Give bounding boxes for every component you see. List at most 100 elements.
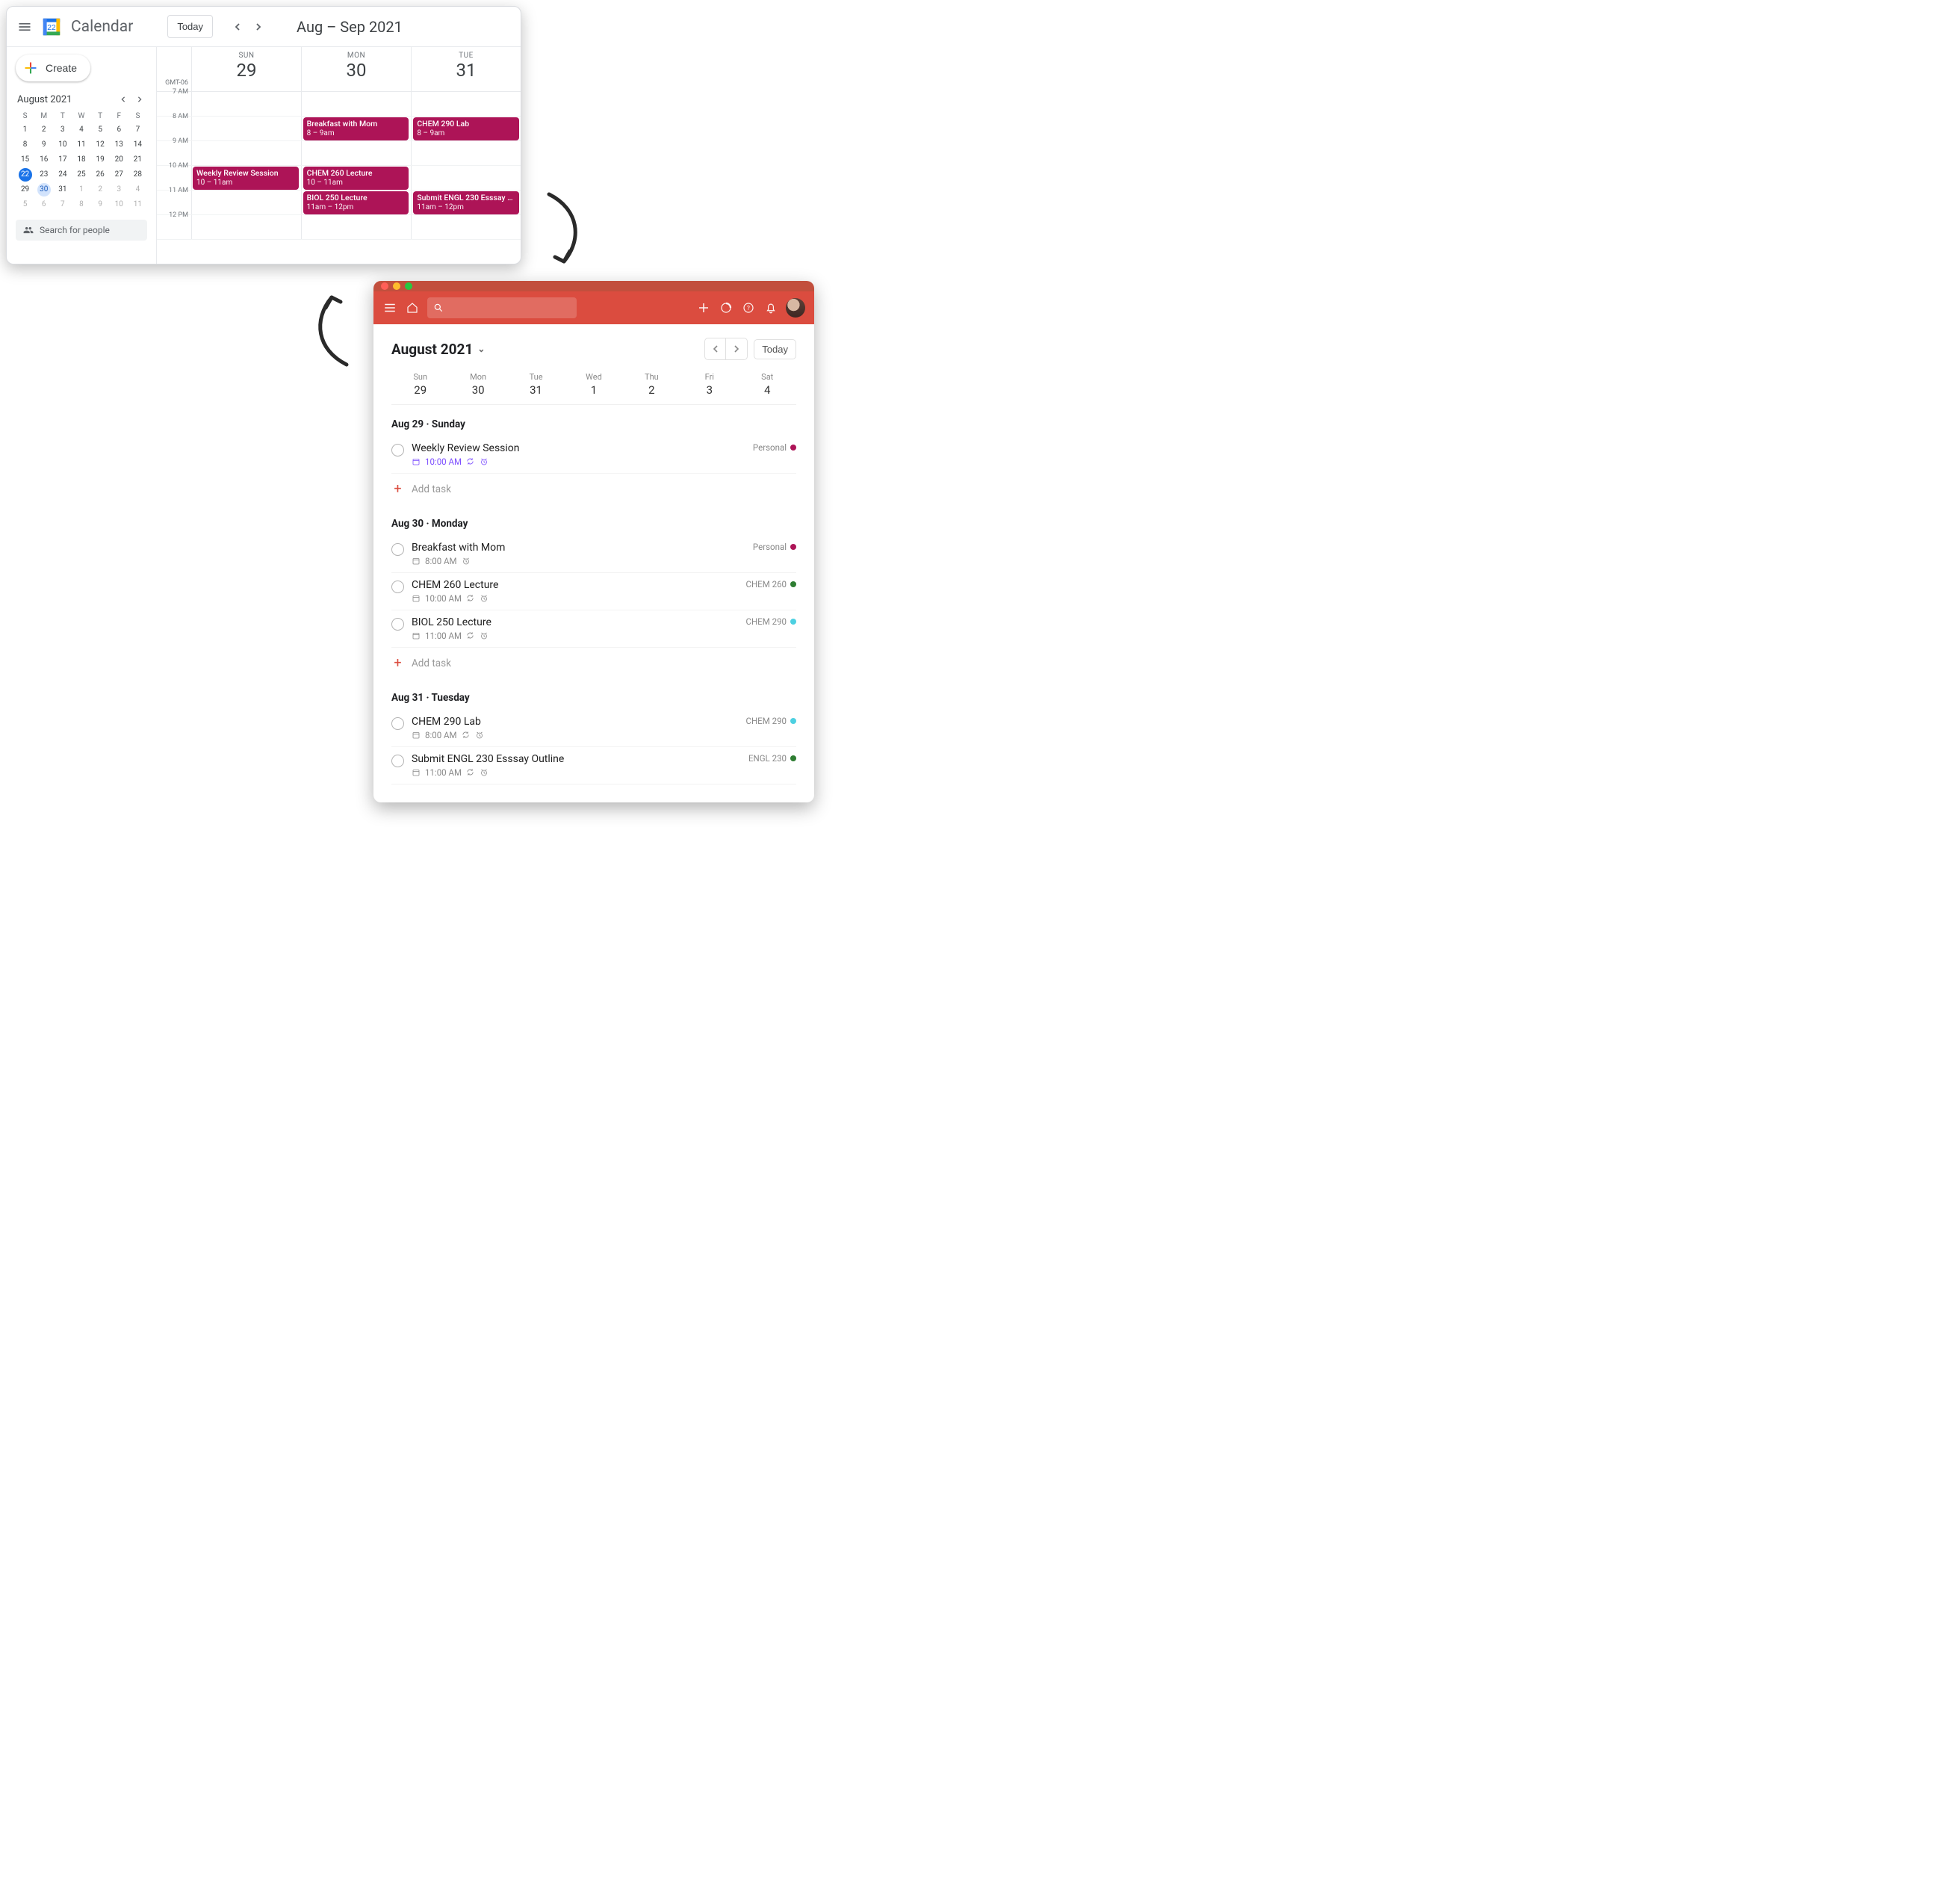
time-cell[interactable] [191, 141, 301, 165]
mini-day[interactable]: 16 [37, 153, 51, 167]
add-icon[interactable] [696, 300, 711, 315]
week-day[interactable]: Wed1 [565, 372, 622, 397]
time-cell[interactable] [411, 166, 521, 190]
week-day[interactable]: Sat4 [739, 372, 796, 397]
view-title[interactable]: August 2021 ⌄ [391, 341, 485, 358]
next-period-icon[interactable] [250, 19, 267, 35]
calendar-event[interactable]: CHEM 290 Lab8 – 9am [413, 117, 519, 140]
task-row[interactable]: CHEM 260 Lecture10:00 AMCHEM 260 [391, 573, 796, 610]
today-button[interactable]: Today [167, 15, 213, 38]
mini-day[interactable]: 5 [19, 198, 32, 211]
mini-day[interactable]: 8 [75, 198, 88, 211]
mini-day[interactable]: 14 [131, 138, 144, 152]
mini-day[interactable]: 17 [56, 153, 69, 167]
task-project[interactable]: CHEM 290 [745, 616, 796, 627]
mini-day[interactable]: 19 [93, 153, 107, 167]
prev-week-icon[interactable] [705, 338, 726, 359]
mini-day[interactable]: 13 [112, 138, 125, 152]
mini-next-icon[interactable] [134, 93, 146, 105]
time-cell[interactable] [191, 215, 301, 239]
mini-day[interactable]: 10 [56, 138, 69, 152]
task-checkbox[interactable] [391, 444, 404, 456]
mini-day[interactable]: 1 [19, 123, 32, 137]
mini-day[interactable]: 11 [131, 198, 144, 211]
mini-day[interactable]: 3 [56, 123, 69, 137]
mini-day[interactable]: 3 [112, 183, 125, 196]
time-cell[interactable] [191, 117, 301, 140]
mini-day[interactable]: 10 [112, 198, 125, 211]
task-row[interactable]: BIOL 250 Lecture11:00 AMCHEM 290 [391, 610, 796, 648]
mini-day[interactable]: 5 [93, 123, 107, 137]
mini-day[interactable]: 15 [19, 153, 32, 167]
search-input[interactable] [427, 297, 577, 318]
today-button[interactable]: Today [754, 339, 796, 359]
day-header[interactable]: TUE 31 [411, 47, 521, 91]
mini-day[interactable]: 20 [112, 153, 125, 167]
task-project[interactable]: ENGL 230 [748, 753, 796, 764]
window-minimize-icon[interactable] [393, 282, 400, 290]
time-cell[interactable] [411, 215, 521, 239]
mini-day[interactable]: 6 [37, 198, 51, 211]
mini-day[interactable]: 2 [93, 183, 107, 196]
mini-day[interactable]: 22 [19, 168, 32, 182]
mini-day[interactable]: 30 [37, 183, 51, 196]
help-icon[interactable]: ? [741, 300, 756, 315]
week-day[interactable]: Tue31 [507, 372, 565, 397]
mini-day[interactable]: 23 [37, 168, 51, 182]
task-project[interactable]: Personal [753, 442, 796, 453]
calendar-event[interactable]: CHEM 260 Lecture10 – 11am [303, 167, 409, 190]
mini-day[interactable]: 4 [75, 123, 88, 137]
mini-day[interactable]: 18 [75, 153, 88, 167]
create-button[interactable]: Create [16, 55, 90, 81]
task-checkbox[interactable] [391, 717, 404, 730]
week-day[interactable]: Fri3 [680, 372, 738, 397]
prev-period-icon[interactable] [229, 19, 246, 35]
mini-day[interactable]: 26 [93, 168, 107, 182]
day-header[interactable]: MON 30 [301, 47, 411, 91]
mini-prev-icon[interactable] [117, 93, 129, 105]
search-people-input[interactable]: Search for people [16, 220, 147, 241]
time-cell[interactable] [411, 92, 521, 116]
mini-day[interactable]: 2 [37, 123, 51, 137]
mini-day[interactable]: 4 [131, 183, 144, 196]
window-close-icon[interactable] [381, 282, 388, 290]
time-cell[interactable] [301, 141, 411, 165]
mini-day[interactable]: 1 [75, 183, 88, 196]
calendar-event[interactable]: Submit ENGL 230 Esssay Outline11am – 12p… [413, 191, 519, 214]
mini-day[interactable]: 8 [19, 138, 32, 152]
time-cell[interactable] [191, 191, 301, 214]
mini-day[interactable]: 6 [112, 123, 125, 137]
add-task-button[interactable]: +Add task [391, 474, 796, 504]
notifications-icon[interactable] [763, 300, 778, 315]
task-checkbox[interactable] [391, 543, 404, 556]
task-project[interactable]: Personal [753, 542, 796, 552]
week-day[interactable]: Sun29 [391, 372, 449, 397]
mini-day[interactable]: 9 [37, 138, 51, 152]
task-checkbox[interactable] [391, 755, 404, 767]
day-header[interactable]: SUN 29 [191, 47, 301, 91]
mini-day[interactable]: 29 [19, 183, 32, 196]
mini-day[interactable]: 7 [56, 198, 69, 211]
avatar[interactable] [786, 298, 805, 318]
next-week-icon[interactable] [726, 338, 747, 359]
time-cell[interactable] [191, 92, 301, 116]
week-day[interactable]: Thu2 [623, 372, 680, 397]
task-row[interactable]: Breakfast with Mom8:00 AMPersonal [391, 536, 796, 573]
time-cell[interactable] [301, 215, 411, 239]
window-zoom-icon[interactable] [405, 282, 412, 290]
mini-day[interactable]: 24 [56, 168, 69, 182]
time-cell[interactable] [301, 92, 411, 116]
mini-day[interactable]: 21 [131, 153, 144, 167]
task-row[interactable]: Weekly Review Session10:00 AMPersonal [391, 436, 796, 474]
task-project[interactable]: CHEM 260 [745, 579, 796, 589]
time-cell[interactable] [411, 141, 521, 165]
task-row[interactable]: Submit ENGL 230 Esssay Outline11:00 AMEN… [391, 747, 796, 784]
add-task-button[interactable]: +Add task [391, 648, 796, 678]
task-checkbox[interactable] [391, 618, 404, 631]
mini-day[interactable]: 11 [75, 138, 88, 152]
productivity-icon[interactable] [719, 300, 734, 315]
calendar-event[interactable]: Weekly Review Session10 – 11am [193, 167, 299, 190]
mini-day[interactable]: 31 [56, 183, 69, 196]
mini-day[interactable]: 28 [131, 168, 144, 182]
calendar-event[interactable]: BIOL 250 Lecture11am – 12pm [303, 191, 409, 214]
